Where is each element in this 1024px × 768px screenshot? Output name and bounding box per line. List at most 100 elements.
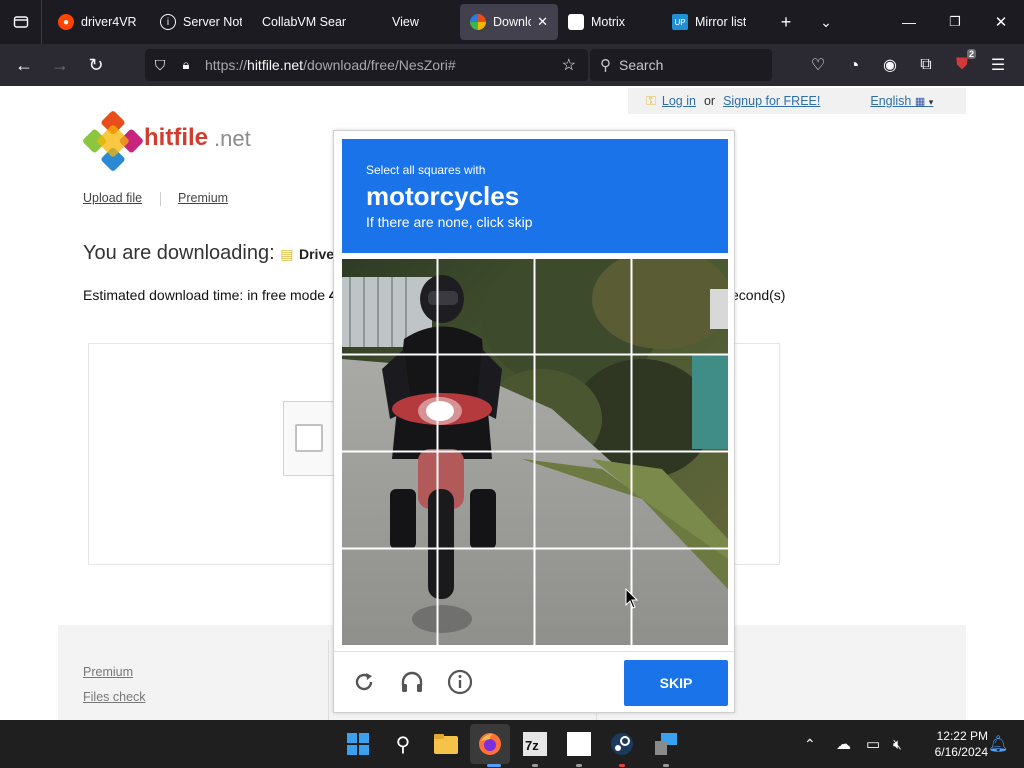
reload-button[interactable]: ↻ <box>78 49 114 81</box>
file-icon: ▤ <box>280 246 294 262</box>
up-icon: UP <box>672 14 688 30</box>
caret-down-icon: ▾ <box>928 97 934 107</box>
downloading-filename: Drive <box>299 246 335 262</box>
account-strip: ⚿ Log in or Signup for FREE! English ▦ ▾ <box>628 88 966 114</box>
captcha-tile[interactable] <box>633 550 727 644</box>
captcha-tile[interactable] <box>536 453 630 547</box>
captcha-tile[interactable] <box>342 550 436 644</box>
skip-button[interactable]: SKIP <box>624 660 728 706</box>
notification-bell-icon[interactable]: 🔔︎ <box>988 720 1008 768</box>
tab-download-active[interactable]: Downlo ✕ <box>460 4 558 40</box>
close-tab-icon[interactable]: ✕ <box>537 14 548 30</box>
headphones-icon[interactable] <box>396 666 428 698</box>
url-host: hitfile.net <box>247 57 304 73</box>
blank-app-icon[interactable] <box>563 728 595 760</box>
recaptcha-checkbox[interactable] <box>295 424 323 452</box>
7zip-icon[interactable]: 7z <box>519 728 551 760</box>
search-icon[interactable]: ⚲ <box>387 728 419 760</box>
back-button[interactable]: ← <box>6 49 42 81</box>
tab-list-icon <box>13 16 28 28</box>
footer-premium-link[interactable]: Premium <box>83 665 133 679</box>
nav-bar: ← → ↻ ⛉ 🔒︎ https://hitfile.net/download/… <box>0 44 1024 86</box>
captcha-tile[interactable] <box>342 453 436 547</box>
tab-collabvm[interactable]: CollabVM Sear <box>252 4 364 40</box>
account-icon[interactable]: ◉ <box>872 49 908 81</box>
motrix-icon <box>568 14 584 30</box>
key-icon: ⚿ <box>646 93 656 108</box>
minimize-button[interactable]: — <box>890 0 928 44</box>
captcha-tile[interactable] <box>633 356 727 450</box>
captcha-tile[interactable] <box>536 259 630 353</box>
ublock-icon[interactable]: ⛊ 2 <box>944 49 980 81</box>
info-icon[interactable] <box>444 666 476 698</box>
signup-link[interactable]: Signup for FREE! <box>723 94 820 108</box>
network-icon[interactable]: ▭ <box>866 720 880 768</box>
firefox-icon[interactable] <box>474 728 506 760</box>
search-bar[interactable]: ⚲ Search <box>590 49 772 81</box>
captcha-tile[interactable] <box>633 259 727 353</box>
captcha-tile[interactable] <box>536 356 630 450</box>
captcha-instructions: Select all squares with motorcycles If t… <box>342 139 728 253</box>
restore-button[interactable]: ❐ <box>936 0 974 44</box>
language-selector[interactable]: English ▦ ▾ <box>870 94 933 108</box>
url-bar[interactable]: ⛉ 🔒︎ https://hitfile.net/download/free/N… <box>145 49 588 81</box>
captcha-tile[interactable] <box>633 453 727 547</box>
windows-start-icon[interactable] <box>342 728 374 760</box>
tray-chevron-up-icon[interactable]: ⌃ <box>804 720 816 768</box>
speaker-muted-icon[interactable]: 🔇︎ <box>893 720 902 768</box>
bookmark-star-icon[interactable]: ☆ <box>562 55 576 75</box>
tab-motrix[interactable]: Motrix <box>558 4 662 40</box>
captcha-tile[interactable] <box>439 259 533 353</box>
clock-date: 6/16/2024 <box>934 745 988 759</box>
captcha-tile[interactable] <box>536 550 630 644</box>
captcha-tile[interactable] <box>439 453 533 547</box>
premium-link[interactable]: Premium <box>178 191 228 205</box>
forward-button[interactable]: → <box>42 49 78 81</box>
firefox-sync-icon[interactable]: ◔ <box>836 49 872 81</box>
mouse-cursor-icon <box>625 588 639 609</box>
clock[interactable]: 12:22 PM 6/16/2024 <box>918 728 988 760</box>
windows-taskbar: ⚲ 7z ⌃ ☁ ▭ 🔇︎ 12:22 PM 6/16/2024 🔔︎ <box>0 720 1024 768</box>
logo-text: hitfile <box>144 124 208 151</box>
url-scheme: https:// <box>205 57 248 73</box>
tab-server-not-found[interactable]: i Server Not <box>150 4 252 40</box>
clock-time: 12:22 PM <box>936 729 988 743</box>
tab-view[interactable]: View <box>364 4 460 40</box>
remote-desktop-icon[interactable] <box>650 728 682 760</box>
nav-divider <box>159 191 161 206</box>
lock-icon[interactable]: 🔒︎ <box>175 57 197 73</box>
footer-files-check-link[interactable]: Files check <box>83 690 146 704</box>
close-window-button[interactable]: ✕ <box>982 0 1020 44</box>
extensions-icon[interactable]: ⧉ <box>908 49 944 81</box>
chevron-down-icon[interactable]: ⌄ <box>812 0 840 44</box>
captcha-tile[interactable] <box>439 550 533 644</box>
extension-badge: 2 <box>966 49 976 59</box>
login-link[interactable]: Log in <box>662 94 696 108</box>
tab-list-button[interactable] <box>0 0 42 44</box>
upload-file-link[interactable]: Upload file <box>83 191 142 205</box>
file-explorer-icon[interactable] <box>430 728 462 760</box>
hitfile-logo[interactable]: hitfile .net <box>82 110 262 172</box>
captcha-instruction-text: Select all squares with <box>366 163 486 177</box>
pocket-icon[interactable]: ♡ <box>800 49 836 81</box>
shield-icon[interactable]: ⛉ <box>145 57 175 74</box>
downloading-heading: You are downloading: ▤ Drive <box>83 242 335 264</box>
captcha-tile[interactable] <box>342 259 436 353</box>
captcha-hint: If there are none, click skip <box>366 214 533 230</box>
us-flag-icon: ▦ <box>914 96 926 108</box>
steam-icon[interactable] <box>606 728 638 760</box>
reload-challenge-icon[interactable] <box>348 666 380 698</box>
captcha-tile[interactable] <box>342 356 436 450</box>
tab-bar: ● driver4VR i Server Not CollabVM Sear V… <box>0 0 1024 44</box>
menu-icon[interactable]: ☰ <box>980 49 1016 81</box>
hitfile-icon <box>470 14 486 30</box>
firefox-running-indicator <box>487 764 501 767</box>
steam-running-indicator <box>619 764 625 767</box>
new-tab-button[interactable]: + <box>772 0 800 44</box>
captcha-tile[interactable] <box>439 356 533 450</box>
estimated-time: Estimated download time: in free mode 4 <box>83 287 337 303</box>
tab-mirror-list[interactable]: UP Mirror list <box>662 4 758 40</box>
tab-driver4vr[interactable]: ● driver4VR <box>48 4 150 40</box>
onedrive-icon[interactable]: ☁ <box>836 720 851 768</box>
site-nav: Upload file Premium <box>83 191 228 206</box>
